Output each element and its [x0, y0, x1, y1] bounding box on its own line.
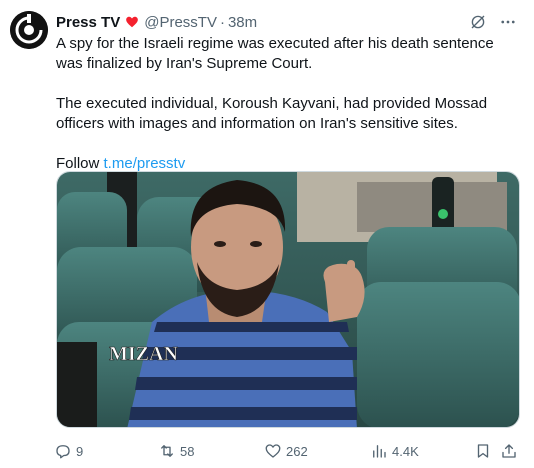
like-heart-icon	[265, 444, 281, 458]
like-count: 262	[286, 443, 308, 459]
press-tv-logo-icon	[10, 11, 48, 49]
follow-prefix: Follow	[56, 155, 104, 172]
views-count: 4.4K	[392, 443, 419, 459]
tweet-action-bar: 9 58 262 4.4K	[50, 440, 520, 462]
author-handle[interactable]: @PressTV	[144, 14, 217, 31]
views-chart-icon	[373, 445, 386, 458]
tweet-paragraph-1: A spy for the Israeli regime was execute…	[56, 35, 494, 72]
repost-icon	[161, 445, 173, 457]
views-button[interactable]: 4.4K	[370, 440, 419, 462]
author-avatar[interactable]	[10, 11, 48, 49]
more-options-icon[interactable]	[498, 12, 518, 32]
tweet-timestamp[interactable]: 38m	[228, 14, 257, 31]
reply-icon	[56, 445, 70, 459]
reply-count: 9	[76, 443, 84, 459]
top-actions	[468, 12, 518, 32]
courtroom-photo: MIZAN	[57, 172, 519, 427]
share-button[interactable]	[500, 440, 518, 462]
tweet-card[interactable]: Press TV @PressTV · 38m A spy for the Is…	[0, 0, 534, 468]
repost-count: 58	[180, 443, 195, 459]
heart-icon	[126, 16, 139, 28]
tweet-media-image[interactable]: MIZAN	[56, 171, 520, 428]
bookmark-button[interactable]	[474, 440, 492, 462]
grok-icon[interactable]	[468, 12, 488, 32]
tweet-paragraph-2: The executed individual, Koroush Kayvani…	[56, 95, 488, 132]
mizan-watermark: MIZAN	[109, 343, 178, 365]
like-button[interactable]: 262	[264, 440, 308, 462]
share-icon	[502, 444, 516, 458]
telegram-link[interactable]: t.me/presstv	[104, 155, 186, 172]
tweet-text: A spy for the Israeli regime was execute…	[56, 34, 518, 174]
tweet-header: Press TV @PressTV · 38m	[56, 12, 257, 32]
bookmark-icon	[477, 444, 489, 458]
separator-dot: ·	[219, 13, 225, 31]
author-name[interactable]: Press TV	[56, 14, 120, 31]
reply-button[interactable]: 9	[54, 440, 83, 462]
repost-button[interactable]: 58	[158, 440, 194, 462]
